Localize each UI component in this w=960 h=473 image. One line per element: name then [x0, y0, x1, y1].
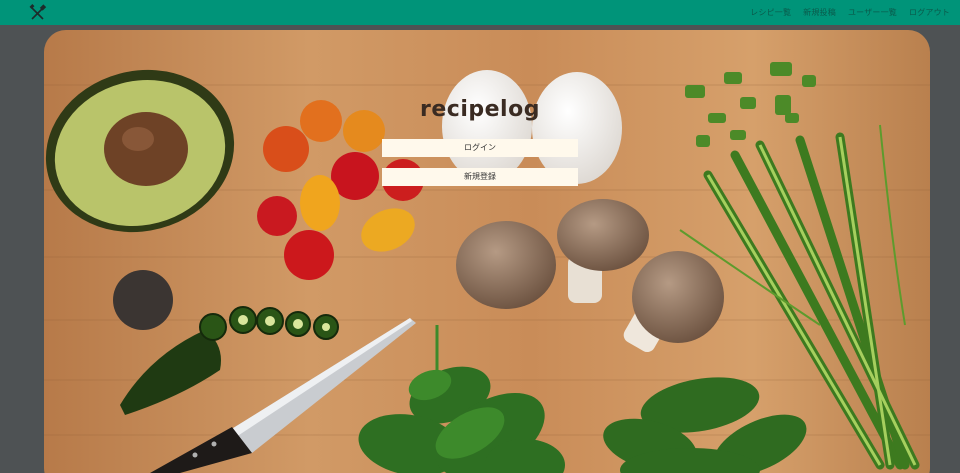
signup-button[interactable]: 新規登録 [382, 168, 578, 186]
page-title: recipelog [420, 97, 540, 122]
fork-knife-icon[interactable] [28, 3, 48, 23]
hero-background-image: recipelog [0, 25, 960, 473]
nav-recipe-list[interactable]: レシピ一覧 [750, 7, 791, 18]
login-button[interactable]: ログイン [382, 139, 578, 157]
top-navbar: レシピ一覧 新規投稿 ユーザー一覧 ログアウト [0, 0, 960, 25]
nav-user-list[interactable]: ユーザー一覧 [848, 7, 897, 18]
nav-new-post[interactable]: 新規投稿 [803, 7, 836, 18]
nav-logout[interactable]: ログアウト [909, 7, 950, 18]
header-nav: レシピ一覧 新規投稿 ユーザー一覧 ログアウト [750, 7, 950, 18]
cutting-board-illustration [0, 25, 960, 473]
